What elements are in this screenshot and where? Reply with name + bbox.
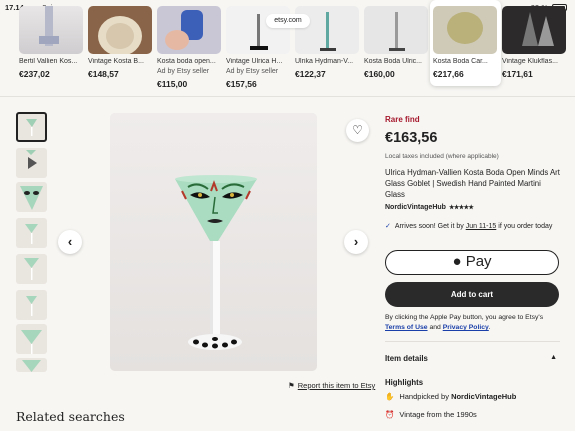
goblet-thumb-icon bbox=[26, 119, 37, 136]
flag-icon: ⚑ bbox=[288, 381, 295, 390]
item-details-toggle[interactable]: Item details ▲ bbox=[385, 354, 560, 363]
divider bbox=[385, 341, 560, 342]
chevron-left-icon: ‹ bbox=[67, 234, 73, 249]
apple-icon: ● bbox=[452, 253, 462, 270]
apple-pay-terms: By clicking the Apple Pay button, you ag… bbox=[385, 314, 544, 331]
play-icon bbox=[26, 150, 37, 169]
heart-icon: ♡ bbox=[352, 123, 363, 137]
highlight-handpicked: ✋ Handpicked by NordicVintageHub bbox=[385, 392, 516, 401]
thumbnail[interactable] bbox=[16, 290, 47, 320]
carousel-thumb bbox=[157, 6, 221, 54]
carousel-thumb bbox=[502, 6, 566, 54]
check-icon: ✓ bbox=[385, 223, 391, 230]
carousel-title: Kosta Boda Car... bbox=[433, 58, 488, 65]
apple-pay-button[interactable]: ● Pay bbox=[385, 250, 559, 275]
handpicked-icon: ✋ bbox=[385, 392, 395, 401]
chevron-up-icon: ▲ bbox=[550, 354, 557, 361]
carousel-title: Kosta Boda Ulric... bbox=[364, 58, 422, 65]
url-bar[interactable]: etsy.com bbox=[266, 14, 310, 28]
arrives-prefix: Arrives soon! Get it by bbox=[394, 223, 464, 230]
listing-title: Ulrica Hydman-Vallien Kosta Boda Open Mi… bbox=[385, 168, 560, 199]
thumbnail-video[interactable] bbox=[16, 148, 47, 178]
report-item-label: Report this item to Etsy bbox=[297, 381, 376, 390]
glass-image-icon bbox=[389, 12, 405, 51]
arrives-dates-link[interactable]: Jun 11-15 bbox=[466, 223, 497, 230]
terms-and: and bbox=[429, 324, 441, 331]
report-item-link[interactable]: ⚑ Report this item to Etsy bbox=[288, 381, 375, 390]
carousel-price: €237,02 bbox=[19, 69, 50, 79]
thumbnail-selected[interactable] bbox=[16, 112, 47, 142]
face-thumb-icon bbox=[20, 186, 43, 210]
shop-name-link[interactable]: NordicVintageHub bbox=[385, 204, 446, 211]
carousel-price: €160,00 bbox=[364, 69, 395, 79]
carousel-card[interactable]: Vintage Klukflas... €171,61 bbox=[502, 0, 570, 92]
goblet-thumb-icon bbox=[21, 330, 42, 354]
thumbnail[interactable] bbox=[16, 254, 47, 284]
carousel-thumb bbox=[19, 6, 83, 54]
divider bbox=[0, 96, 575, 97]
carousel-price: €171,61 bbox=[502, 69, 533, 79]
carousel-price: €115,00 bbox=[157, 79, 188, 89]
carousel-card[interactable]: Vintage Kosta B... €148,57 bbox=[88, 0, 156, 92]
thumbnail[interactable] bbox=[16, 358, 47, 372]
carousel-title: Ulrika Hydman-V... bbox=[295, 58, 354, 65]
glass-image-icon bbox=[522, 12, 554, 46]
thumbnail[interactable] bbox=[16, 182, 47, 212]
carousel-title: Kosta boda open... bbox=[157, 58, 216, 65]
goblet-thumb-icon bbox=[22, 360, 41, 372]
carousel-card[interactable]: Kosta Boda Ulric... €160,00 bbox=[364, 0, 432, 92]
carousel-title: Vintage Klukflas... bbox=[502, 58, 558, 65]
carousel-price: €157,56 bbox=[226, 79, 257, 89]
item-details-label: Item details bbox=[385, 354, 428, 363]
delivery-estimate: ✓ Arrives soon! Get it by Jun 11-15 if y… bbox=[385, 222, 560, 232]
carousel-title: Vintage Ulrica H... bbox=[226, 58, 283, 65]
next-image-button[interactable]: › bbox=[344, 230, 368, 254]
carousel-card-selected[interactable]: Kosta Boda Car... €217,66 bbox=[430, 0, 501, 86]
carousel-card[interactable]: Kosta boda open... Ad by Etsy seller €11… bbox=[157, 0, 225, 92]
highlights-heading: Highlights bbox=[385, 378, 424, 387]
main-product-image[interactable] bbox=[110, 113, 317, 371]
related-searches-heading: Related searches bbox=[16, 409, 125, 424]
rare-find-badge: Rare find bbox=[385, 115, 420, 124]
previous-image-button[interactable]: ‹ bbox=[58, 230, 82, 254]
carousel-thumb bbox=[433, 6, 497, 54]
carousel-card[interactable]: Bertil Vallien Kos... €237,02 bbox=[19, 0, 87, 92]
goblet-thumb-icon bbox=[26, 296, 37, 316]
carousel-price: €217,66 bbox=[433, 69, 464, 79]
glass-image-icon bbox=[447, 12, 483, 44]
rating-stars: ★★★★★ bbox=[448, 205, 474, 211]
shop-info: NordicVintageHub ★★★★★ bbox=[385, 204, 474, 211]
glass-image-icon bbox=[165, 10, 203, 50]
privacy-policy-link[interactable]: Privacy Policy bbox=[443, 324, 489, 331]
arrives-suffix: if you order today bbox=[498, 223, 553, 230]
carousel-thumb bbox=[364, 6, 428, 54]
carousel-title: Vintage Kosta B... bbox=[88, 58, 144, 65]
listing-price: €163,56 bbox=[385, 130, 438, 146]
carousel-price: €122,37 bbox=[295, 69, 326, 79]
highlight-vintage: ⏰ Vintage from the 1990s bbox=[385, 410, 477, 419]
goblet-thumb-icon bbox=[24, 258, 39, 280]
terms-of-use-link[interactable]: Terms of Use bbox=[385, 324, 428, 331]
handpicked-shop-link[interactable]: NordicVintageHub bbox=[451, 392, 516, 401]
carousel-title: Bertil Vallien Kos... bbox=[19, 58, 78, 65]
carousel-ad-label: Ad by Etsy seller bbox=[157, 68, 210, 75]
handpicked-prefix: Handpicked by bbox=[399, 392, 449, 401]
clock-icon: ⏰ bbox=[385, 410, 395, 419]
taxes-note: Local taxes included (where applicable) bbox=[385, 153, 499, 160]
thumbnail[interactable] bbox=[16, 218, 47, 248]
add-to-cart-button[interactable]: Add to cart bbox=[385, 282, 559, 307]
favorite-button[interactable]: ♡ bbox=[346, 119, 369, 142]
terms-text: By clicking the Apple Pay button, you ag… bbox=[385, 314, 544, 321]
martini-goblet-image bbox=[110, 113, 317, 371]
glass-image-icon bbox=[98, 16, 142, 54]
glass-image-icon bbox=[39, 6, 59, 46]
vintage-label: Vintage from the 1990s bbox=[399, 410, 477, 419]
goblet-thumb-icon bbox=[25, 224, 38, 244]
thumbnail[interactable] bbox=[16, 324, 47, 354]
carousel-ad-label: Ad by Etsy seller bbox=[226, 68, 279, 75]
chevron-right-icon: › bbox=[353, 234, 359, 249]
carousel-thumb bbox=[88, 6, 152, 54]
carousel-price: €148,57 bbox=[88, 69, 119, 79]
apple-pay-label: Pay bbox=[465, 253, 492, 270]
